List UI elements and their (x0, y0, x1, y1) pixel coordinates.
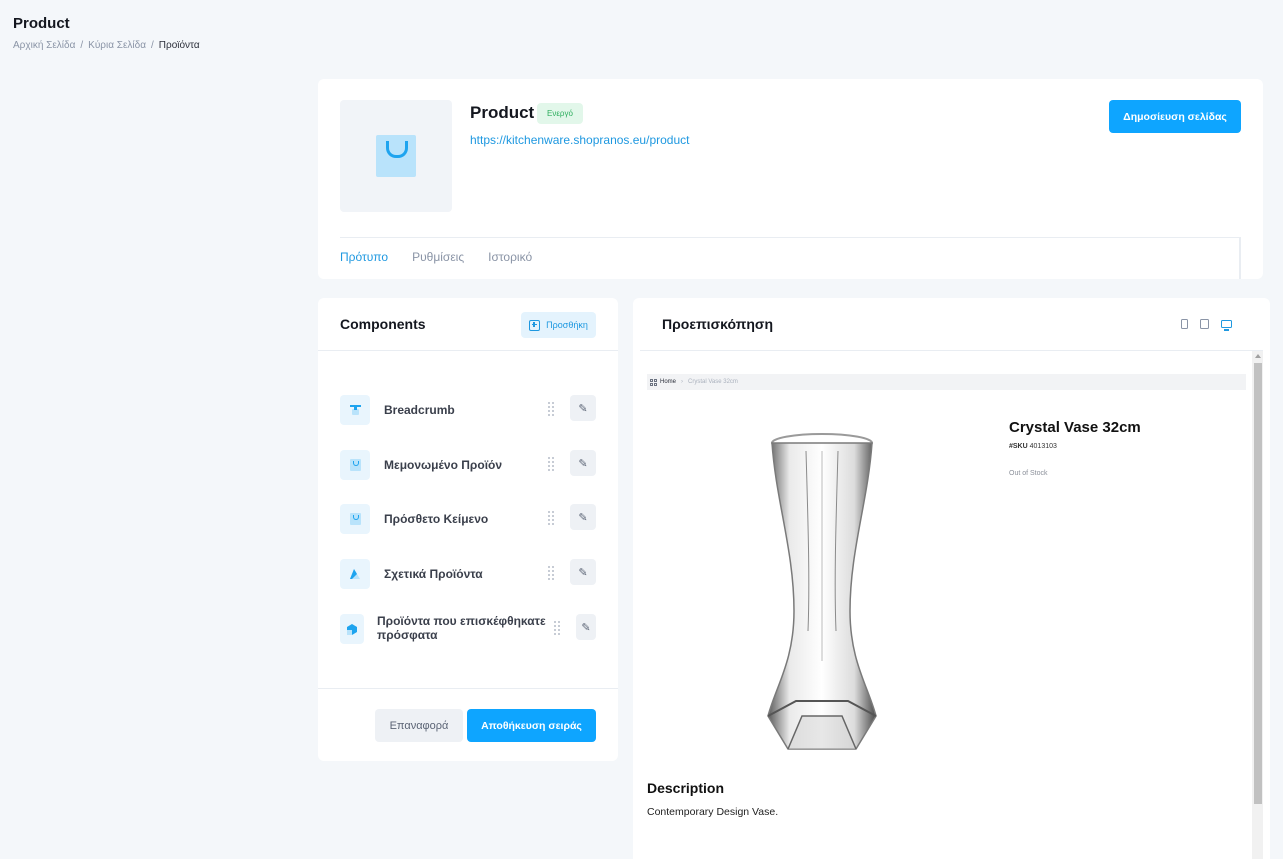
tab-settings[interactable]: Ρυθμίσεις (412, 250, 464, 264)
pencil-icon: ✎ (578, 566, 588, 579)
edit-button[interactable]: ✎ (570, 395, 596, 421)
desktop-icon[interactable] (1221, 320, 1232, 331)
preview-breadcrumb-home[interactable]: Home (650, 378, 676, 386)
preview-stock-status: Out of Stock (1009, 470, 1048, 477)
reset-button[interactable]: Επαναφορά (375, 709, 463, 742)
add-component-button[interactable]: Προσθήκη (521, 312, 596, 338)
bag-icon (340, 504, 370, 534)
drag-handle-icon[interactable] (548, 457, 556, 473)
component-label: Πρόσθετο Κείμενο (384, 512, 489, 526)
preview-breadcrumb-current: Crystal Vase 32cm (688, 379, 738, 385)
status-badge: Ενεργό (537, 103, 583, 124)
save-order-button[interactable]: Αποθήκευση σειράς (467, 709, 596, 742)
edit-button[interactable]: ✎ (570, 504, 596, 530)
breadcrumb-icon (340, 395, 370, 425)
breadcrumb-current: Προϊόντα (158, 40, 200, 51)
related-products-icon (340, 559, 370, 589)
component-label: Σχετικά Προϊόντα (384, 567, 483, 581)
pencil-icon: ✎ (578, 457, 588, 470)
page-title: Product (13, 15, 70, 32)
list-item[interactable]: Breadcrumb ✎ (340, 395, 596, 425)
product-thumbnail (340, 100, 452, 212)
list-item[interactable]: Πρόσθετο Κείμενο ✎ (340, 504, 596, 534)
chevron-right-icon: › (681, 379, 684, 385)
preview-frame: Home › Crystal Vase 32cm Crystal Vase 32… (640, 351, 1252, 859)
plus-icon (529, 319, 541, 331)
list-item[interactable]: Προϊόντα που επισκέφθηκατε πρόσφατα ✎ (340, 614, 596, 644)
device-switcher (1181, 319, 1232, 331)
phone-icon[interactable] (1181, 319, 1188, 329)
grid-icon (650, 378, 657, 386)
breadcrumb-link-home[interactable]: Αρχική Σελίδα (13, 40, 75, 51)
drag-handle-icon[interactable] (554, 621, 562, 637)
preview-description-text: Contemporary Design Vase. (647, 806, 779, 818)
preview-description-title: Description (647, 780, 725, 796)
add-component-label: Προσθήκη (546, 320, 588, 330)
drag-handle-icon[interactable] (548, 566, 556, 582)
drag-handle-icon[interactable] (548, 511, 556, 527)
preview-title: Προεπισκόπηση (662, 316, 774, 332)
breadcrumb: Αρχική Σελίδα / Κύρια Σελίδα / Προϊόντα (13, 40, 200, 51)
list-item[interactable]: Μεμονωμένο Προϊόν ✎ (340, 450, 596, 480)
components-title: Components (340, 316, 426, 332)
breadcrumb-link-main[interactable]: Κύρια Σελίδα (88, 40, 146, 51)
product-header-card: Product Ενεργό https://kitchenware.shopr… (318, 79, 1263, 279)
tab-history[interactable]: Ιστορικό (488, 250, 532, 264)
preview-scrollbar[interactable] (1252, 351, 1263, 859)
bag-icon (376, 135, 416, 177)
preview-sku: #SKU 4013103 (1009, 443, 1057, 450)
tab-bar: Πρότυπο Ρυθμίσεις Ιστορικό (340, 250, 532, 264)
preview-product-name: Crystal Vase 32cm (1009, 419, 1141, 436)
recent-products-icon (340, 614, 364, 644)
list-item[interactable]: Σχετικά Προϊόντα ✎ (340, 559, 596, 589)
components-panel: Components Προσθήκη Breadcrumb ✎ Μεμονωμ… (318, 298, 618, 761)
breadcrumb-separator: / (80, 40, 84, 51)
preview-panel: Προεπισκόπηση Home › Crystal Vase 32cm C… (633, 298, 1270, 859)
product-url-link[interactable]: https://kitchenware.shopranos.eu/product (470, 133, 689, 147)
divider (340, 237, 1241, 238)
product-image (746, 431, 896, 761)
edit-button[interactable]: ✎ (570, 559, 596, 585)
tab-template[interactable]: Πρότυπο (340, 250, 388, 264)
pencil-icon: ✎ (578, 402, 588, 415)
product-name: Product (470, 103, 535, 122)
component-label: Προϊόντα που επισκέφθηκατε πρόσφατα (377, 614, 546, 642)
component-label: Μεμονωμένο Προϊόν (384, 458, 503, 472)
edit-button[interactable]: ✎ (570, 450, 596, 476)
breadcrumb-separator: / (151, 40, 154, 51)
edit-button[interactable]: ✎ (576, 614, 596, 640)
pencil-icon: ✎ (578, 511, 588, 524)
drag-handle-icon[interactable] (548, 402, 556, 418)
divider (318, 688, 618, 689)
scroll-thumb[interactable] (1254, 363, 1262, 804)
bag-icon (340, 450, 370, 480)
divider (318, 350, 618, 351)
publish-page-button[interactable]: Δημοσίευση σελίδας (1109, 100, 1241, 133)
divider (1239, 237, 1241, 279)
tablet-icon[interactable] (1200, 319, 1209, 329)
pencil-icon: ✎ (581, 621, 591, 634)
scroll-up-icon[interactable] (1255, 354, 1261, 358)
preview-breadcrumb: Home › Crystal Vase 32cm (647, 374, 1246, 390)
component-label: Breadcrumb (384, 403, 455, 417)
